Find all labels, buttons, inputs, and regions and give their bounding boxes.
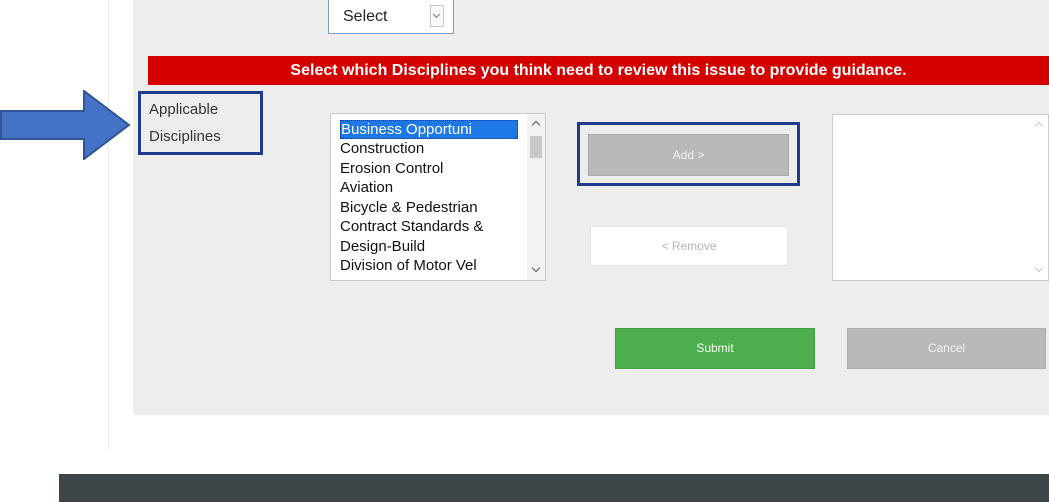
chevron-down-icon[interactable] <box>527 262 545 280</box>
cancel-button[interactable]: Cancel <box>847 328 1046 369</box>
chevron-up-icon[interactable] <box>527 114 545 132</box>
applicable-disciplines-label: Applicable Disciplines <box>138 91 263 155</box>
list-item-construction[interactable]: Construction <box>340 139 518 158</box>
list-item-business-opportunities[interactable]: Business Opportuni <box>340 120 518 139</box>
chevron-up-icon[interactable] <box>1030 115 1048 133</box>
label-line-applicable: Applicable <box>149 101 219 118</box>
list-item-division-of-motor-vehicles[interactable]: Division of Motor Vel <box>340 256 518 275</box>
disciplines-listbox[interactable]: Business Opportuni Construction Erosion … <box>330 113 546 281</box>
list-item-design-build[interactable]: Design-Build <box>340 237 518 256</box>
list-item-aviation[interactable]: Aviation <box>340 178 518 197</box>
instruction-banner: Select which Disciplines you think need … <box>148 56 1049 85</box>
list-item-bicycle-pedestrian[interactable]: Bicycle & Pedestrian <box>340 198 518 217</box>
list-item-erosion-control[interactable]: Erosion Control <box>340 159 518 178</box>
top-select-value: Select <box>343 8 388 25</box>
add-button[interactable]: Add > <box>588 134 789 176</box>
submit-button[interactable]: Submit <box>615 328 815 369</box>
left-divider <box>108 0 109 450</box>
listbox-scrollbar[interactable] <box>527 114 545 280</box>
label-line-disciplines: Disciplines <box>149 128 221 145</box>
right-arrow-icon <box>0 88 136 162</box>
chevron-down-icon[interactable] <box>430 5 444 27</box>
selected-listbox-scrollbar[interactable] <box>1030 115 1048 280</box>
chevron-down-icon[interactable] <box>1030 262 1048 280</box>
selected-disciplines-listbox[interactable] <box>832 114 1049 281</box>
page: Select Select which Disciplines you thin… <box>0 0 1049 502</box>
footer-bar <box>59 474 1049 502</box>
top-select-dropdown[interactable]: Select <box>328 0 454 34</box>
scrollbar-thumb[interactable] <box>530 136 542 158</box>
remove-button[interactable]: < Remove <box>590 226 788 266</box>
list-item-contract-standards[interactable]: Contract Standards & <box>340 217 518 236</box>
